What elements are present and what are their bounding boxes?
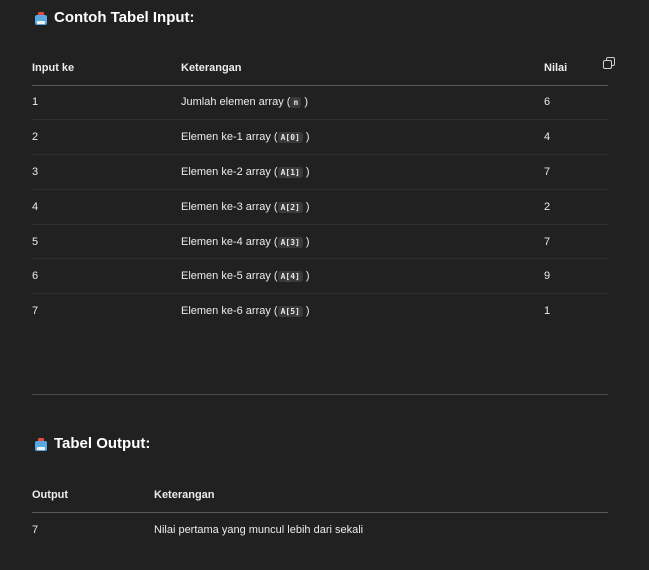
- row-description: Elemen ke-4 array (A[3] ): [181, 224, 544, 260]
- header-output: Output: [32, 478, 154, 513]
- output-table: Output Keterangan 7 Nilai pertama yang m…: [32, 478, 608, 547]
- header-keterangan: Keterangan: [181, 51, 544, 86]
- row-number: 1: [32, 85, 181, 121]
- row-value: 2: [544, 189, 608, 225]
- row-description: Elemen ke-3 array (A[2] ): [181, 189, 544, 225]
- inline-code: n: [290, 97, 302, 109]
- row-description: Nilai pertama yang muncul lebih dari sek…: [154, 523, 364, 536]
- table-row: 6 Elemen ke-5 array (A[4] ) 9: [32, 258, 608, 295]
- table-row: 7 Elemen ke-6 array (A[5] ) 1: [32, 294, 608, 329]
- row-number: 4: [32, 189, 181, 225]
- row-number: 3: [32, 154, 181, 190]
- input-table: Input ke Keterangan Nilai 1 Jumlah eleme…: [32, 51, 608, 329]
- section-divider: [32, 394, 608, 395]
- row-value: 9: [544, 258, 608, 295]
- row-number: 7: [32, 305, 39, 318]
- row-number: 2: [32, 119, 181, 156]
- output-table-header: Output Keterangan: [32, 478, 608, 513]
- ballot-box-icon: [34, 11, 48, 25]
- row-description: Elemen ke-2 array (A[1] ): [181, 154, 544, 190]
- header-nilai: Nilai: [544, 51, 608, 86]
- row-value: 4: [544, 119, 608, 156]
- output-section-title-text: Tabel Output:: [54, 435, 151, 452]
- input-section-title: Contoh Tabel Input:: [34, 9, 195, 26]
- header-keterangan: Keterangan: [154, 478, 608, 513]
- row-description: Elemen ke-5 array (A[4] ): [181, 258, 544, 295]
- row-value: 7: [32, 523, 39, 536]
- table-row: 1 Jumlah elemen array (n ) 6: [32, 85, 608, 121]
- output-section-title: Tabel Output:: [34, 435, 150, 452]
- inline-code: A[1]: [277, 166, 303, 178]
- row-value: 1: [544, 305, 551, 318]
- inline-code: A[4]: [277, 271, 303, 283]
- table-row: 3 Elemen ke-2 array (A[1] ) 7: [32, 154, 608, 190]
- table-row: 4 Elemen ke-3 array (A[2] ) 2: [32, 189, 608, 225]
- row-description: Elemen ke-1 array (A[0] ): [181, 119, 544, 156]
- inline-code: A[5]: [277, 306, 303, 318]
- input-section-title-text: Contoh Tabel Input:: [54, 9, 195, 26]
- inline-code: A[3]: [277, 236, 303, 248]
- inline-code: A[2]: [277, 201, 303, 213]
- header-input-ke: Input ke: [32, 51, 181, 86]
- table-row: 2 Elemen ke-1 array (A[0] ) 4: [32, 119, 608, 156]
- row-value: 7: [544, 224, 608, 260]
- row-number: 5: [32, 224, 181, 260]
- row-value: 6: [544, 85, 608, 121]
- row-value: 7: [544, 154, 608, 190]
- table-row: 5 Elemen ke-4 array (A[3] ) 7: [32, 224, 608, 260]
- input-table-header: Input ke Keterangan Nilai: [32, 51, 608, 86]
- ballot-box-icon: [34, 437, 48, 451]
- table-row: 7 Nilai pertama yang muncul lebih dari s…: [32, 512, 608, 547]
- inline-code: A[0]: [277, 132, 303, 144]
- row-description: Elemen ke-6 array (A[5] ): [181, 305, 310, 318]
- row-description: Jumlah elemen array (n ): [181, 85, 544, 121]
- row-number: 6: [32, 258, 181, 295]
